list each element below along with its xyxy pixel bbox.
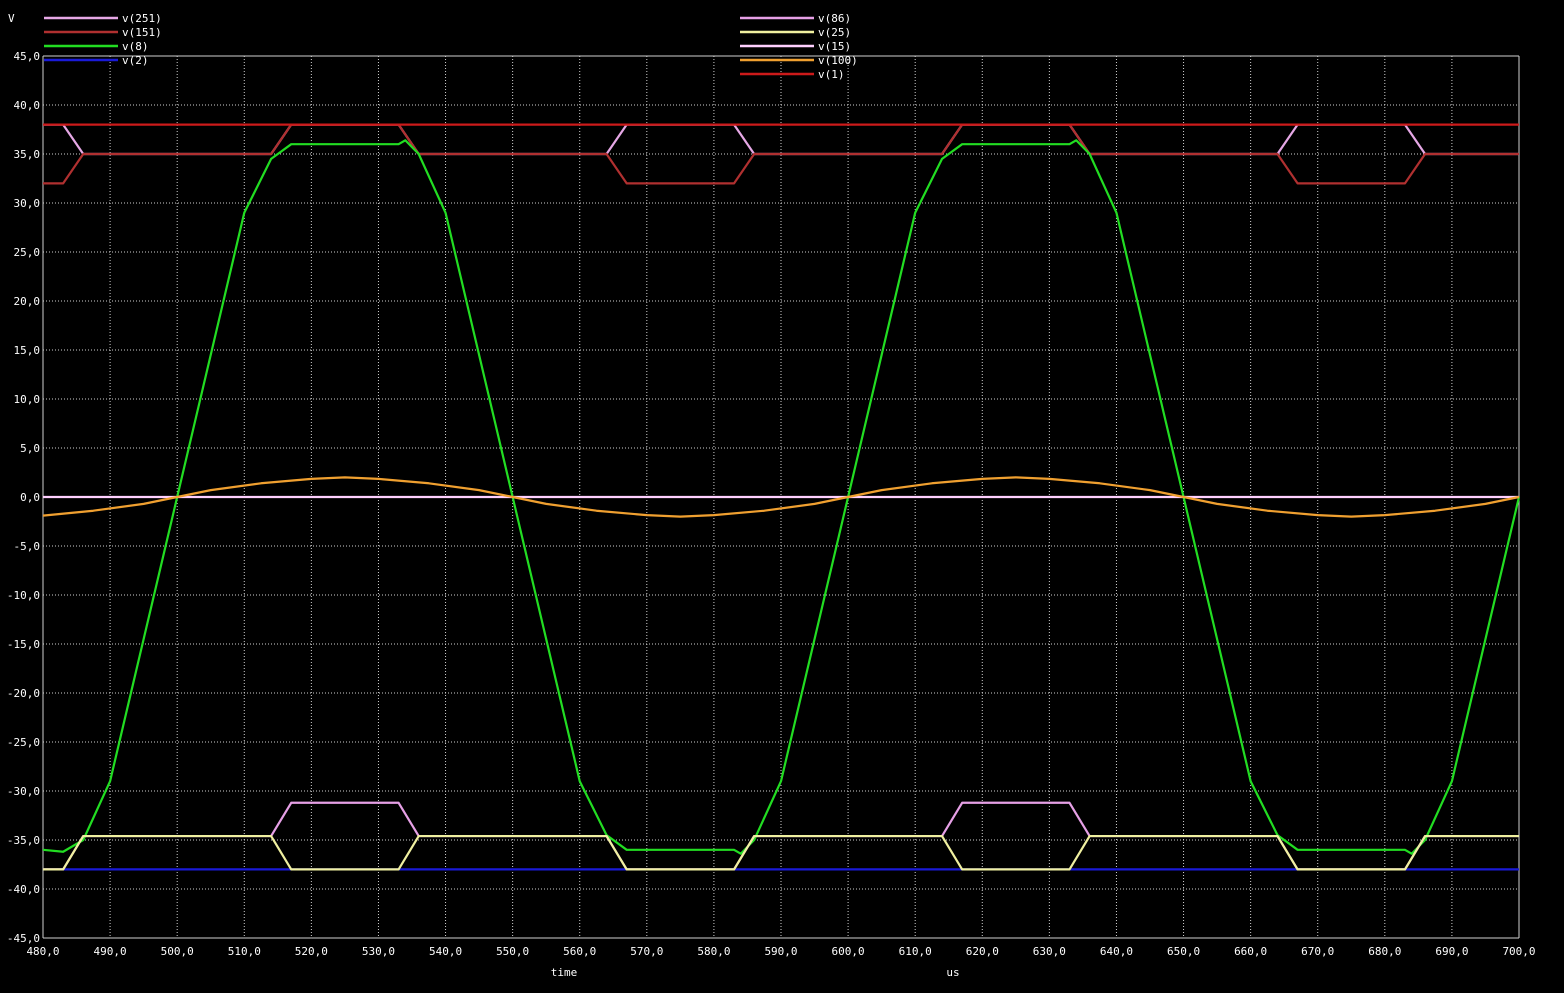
y-tick-label: 35,0 xyxy=(14,148,41,161)
x-tick-label: 650,0 xyxy=(1167,945,1200,958)
y-tick-label: -30,0 xyxy=(7,785,40,798)
legend-label: v(251) xyxy=(122,12,162,25)
y-tick-label: 25,0 xyxy=(14,246,41,259)
y-tick-label: -20,0 xyxy=(7,687,40,700)
y-tick-label: -25,0 xyxy=(7,736,40,749)
legend-label: v(8) xyxy=(122,40,149,53)
x-tick-label: 610,0 xyxy=(899,945,932,958)
y-tick-label: 5,0 xyxy=(20,442,40,455)
waveform-plot: 45,0 40,0 35,0 30,0 25,0 20,0 15,0 10,0 5,0 0,0 -5… xyxy=(0,0,1564,993)
y-tick-label: 10,0 xyxy=(14,393,41,406)
x-tick-label: 670,0 xyxy=(1301,945,1334,958)
y-tick-label: -40,0 xyxy=(7,883,40,896)
y-tick-label: -35,0 xyxy=(7,834,40,847)
x-tick-label: 560,0 xyxy=(563,945,596,958)
legend-label: v(1) xyxy=(818,68,845,81)
y-tick-label: -5,0 xyxy=(14,540,41,553)
y-tick-label: -45,0 xyxy=(7,932,40,945)
x-tick-label: 520,0 xyxy=(295,945,328,958)
y-tick-label: 0,0 xyxy=(20,491,40,504)
x-tick-label: 480,0 xyxy=(26,945,59,958)
x-tick-label: 550,0 xyxy=(496,945,529,958)
y-tick-label: 20,0 xyxy=(14,295,41,308)
legend-label: v(25) xyxy=(818,26,851,39)
x-tick-label: 500,0 xyxy=(161,945,194,958)
x-tick-label: 640,0 xyxy=(1100,945,1133,958)
x-tick-label: 530,0 xyxy=(362,945,395,958)
x-tick-label: 580,0 xyxy=(697,945,730,958)
y-tick-label: 40,0 xyxy=(14,99,41,112)
y-tick-label: -15,0 xyxy=(7,638,40,651)
x-tick-label: 490,0 xyxy=(94,945,127,958)
y-tick-label: 30,0 xyxy=(14,197,41,210)
y-tick-label: 15,0 xyxy=(14,344,41,357)
legend-label: v(2) xyxy=(122,54,149,67)
y-tick-label: -10,0 xyxy=(7,589,40,602)
x-tick-label: 510,0 xyxy=(228,945,261,958)
x-tick-label: 620,0 xyxy=(966,945,999,958)
x-tick-label: 570,0 xyxy=(630,945,663,958)
x-axis-label: time xyxy=(551,966,578,979)
legend-label: v(151) xyxy=(122,26,162,39)
x-tick-label: 700,0 xyxy=(1502,945,1535,958)
legend-label: v(86) xyxy=(818,12,851,25)
x-tick-label: 660,0 xyxy=(1234,945,1267,958)
x-tick-label: 600,0 xyxy=(832,945,865,958)
x-axis-unit: us xyxy=(946,966,959,979)
x-tick-label: 630,0 xyxy=(1033,945,1066,958)
x-tick-label: 680,0 xyxy=(1368,945,1401,958)
x-tick-label: 540,0 xyxy=(429,945,462,958)
x-tick-label: 590,0 xyxy=(764,945,797,958)
y-tick-label: 45,0 xyxy=(14,50,41,63)
x-tick-label: 690,0 xyxy=(1435,945,1468,958)
x-tick-labels: 480,0 490,0 500,0 510,0 520,0 530,0 540,0 550,0… xyxy=(26,945,1535,958)
legend-label: v(100) xyxy=(818,54,858,67)
y-axis-label: V xyxy=(8,12,15,25)
legend-label: v(15) xyxy=(818,40,851,53)
